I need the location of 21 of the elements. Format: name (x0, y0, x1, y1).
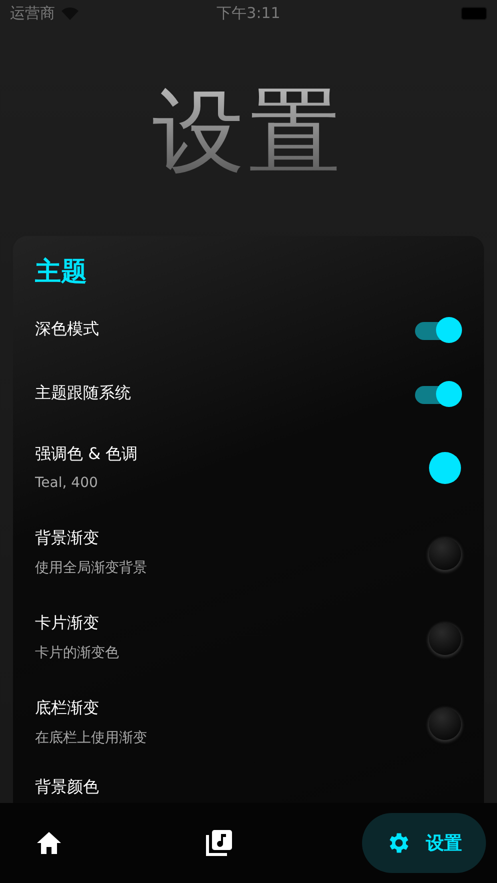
setting-label: 背景颜色 (35, 777, 100, 798)
setting-description: Teal, 400 (35, 475, 99, 491)
setting-description: 在底栏上使用渐变 (35, 729, 148, 747)
carrier-name: 运营商 (10, 4, 55, 23)
setting-label: 底栏渐变 (35, 698, 100, 719)
music-library-icon (205, 829, 233, 857)
setting-label: 背景渐变 (35, 528, 100, 549)
home-icon (36, 831, 62, 855)
status-time: 下午3:11 (216, 4, 280, 22)
battery-icon (461, 7, 487, 20)
color-swatch[interactable] (429, 452, 461, 484)
setting-description: 使用全局渐变背景 (35, 559, 148, 577)
section-title: 主题 (34, 256, 88, 289)
setting-description: 卡片的渐变色 (35, 644, 120, 662)
setting-label: 主题跟随系统 (35, 382, 132, 404)
setting-label: 深色模式 (35, 318, 100, 340)
toggle-switch[interactable] (414, 379, 462, 407)
nav-tab[interactable]: 设置 (362, 813, 486, 873)
toggle-switch[interactable] (414, 315, 462, 343)
setting-label: 强调色 & 色调 (35, 444, 139, 465)
setting-label: 卡片渐变 (35, 613, 100, 634)
